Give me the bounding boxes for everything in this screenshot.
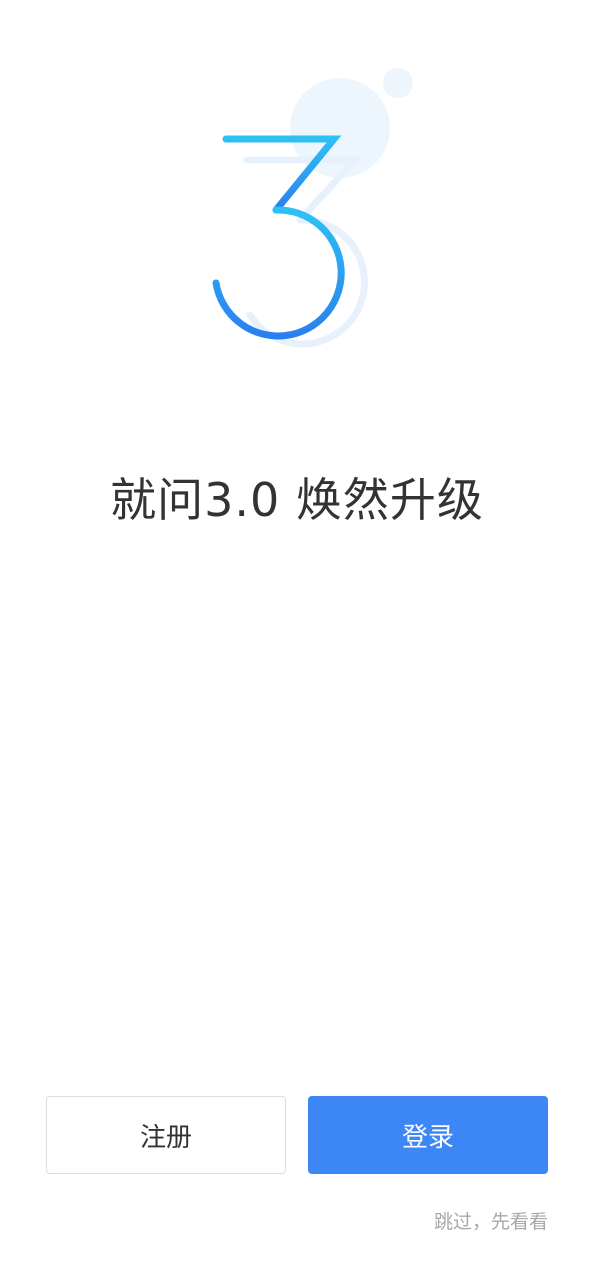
bubble-small (383, 68, 413, 98)
register-button-label: 注册 (139, 1122, 192, 1153)
number-three-logo-icon (212, 68, 413, 348)
login-button[interactable]: 登录 (308, 1096, 548, 1174)
hero-illustration (170, 55, 430, 385)
register-button[interactable]: 注册 (46, 1096, 286, 1174)
three-shadow (243, 156, 368, 348)
page-title: 就问3.0 焕然升级 (110, 473, 484, 527)
skip-link[interactable]: 跳过，先看看 (434, 1207, 548, 1234)
login-button-label: 登录 (401, 1122, 454, 1153)
